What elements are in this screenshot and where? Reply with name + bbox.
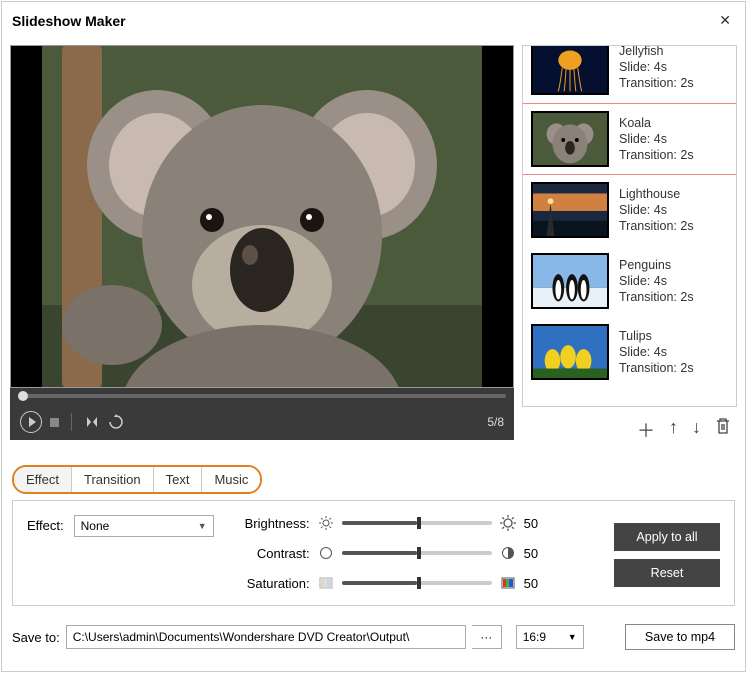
play-button[interactable]: [20, 411, 42, 433]
slide-item-tulips[interactable]: Tulips Slide: 4s Transition: 2s: [523, 317, 736, 388]
contrast-high-icon: [500, 545, 516, 561]
slide-item-jellyfish[interactable]: Jellyfish Slide: 4s Transition: 2s: [523, 45, 736, 103]
slide-transition: Transition: 2s: [619, 76, 694, 90]
effect-select[interactable]: None ▼: [74, 515, 214, 537]
contrast-label: Contrast:: [234, 546, 310, 561]
slide-duration: Slide: 4s: [619, 203, 694, 217]
add-slide-icon[interactable]: ＋: [637, 417, 655, 443]
effect-panel: Effect: None ▼ Brightness: 50 Contrast:: [12, 500, 735, 606]
slide-transition: Transition: 2s: [619, 148, 694, 162]
move-up-icon[interactable]: ↑: [669, 417, 678, 443]
brightness-slider[interactable]: [342, 521, 492, 525]
thumb-koala: [531, 111, 609, 167]
slide-name: Tulips: [619, 329, 694, 343]
close-icon[interactable]: ✕: [715, 8, 735, 33]
browse-button[interactable]: ···: [472, 625, 502, 649]
flip-horizontal-icon[interactable]: [84, 414, 100, 430]
slide-duration: Slide: 4s: [619, 132, 694, 146]
slide-item-koala[interactable]: Koala Slide: 4s Transition: 2s: [523, 103, 736, 175]
slide-name: Penguins: [619, 258, 694, 272]
delete-icon[interactable]: [715, 417, 731, 443]
apply-all-button[interactable]: Apply to all: [614, 523, 720, 551]
slide-transition: Transition: 2s: [619, 219, 694, 233]
stop-button[interactable]: [50, 418, 59, 427]
aspect-ratio-select[interactable]: 16:9 ▼: [516, 625, 584, 649]
slide-item-lighthouse[interactable]: Lighthouse Slide: 4s Transition: 2s: [523, 175, 736, 246]
aspect-ratio-value: 16:9: [523, 630, 546, 644]
brightness-low-icon: [318, 515, 334, 531]
reset-button[interactable]: Reset: [614, 559, 720, 587]
tab-effect[interactable]: Effect: [14, 467, 72, 492]
brightness-value: 50: [524, 516, 548, 531]
rotate-icon[interactable]: [108, 414, 124, 430]
slide-counter: 5/8: [487, 415, 504, 429]
effect-value: None: [81, 519, 110, 533]
save-path-input[interactable]: C:\Users\admin\Documents\Wondershare DVD…: [66, 625, 466, 649]
scrub-bar[interactable]: [18, 394, 506, 398]
move-down-icon[interactable]: ↓: [692, 417, 701, 443]
thumb-tulips: [531, 324, 609, 380]
slide-transition: Transition: 2s: [619, 361, 694, 375]
save-to-label: Save to:: [12, 630, 60, 645]
slide-list[interactable]: Jellyfish Slide: 4s Transition: 2s Koala…: [522, 45, 737, 407]
brightness-label: Brightness:: [234, 516, 310, 531]
tab-transition[interactable]: Transition: [72, 467, 154, 492]
chevron-down-icon: ▼: [198, 521, 207, 531]
slide-name: Jellyfish: [619, 45, 694, 58]
effect-label: Effect:: [27, 515, 64, 533]
slide-duration: Slide: 4s: [619, 60, 694, 74]
thumb-jellyfish: [531, 45, 609, 95]
slide-name: Lighthouse: [619, 187, 694, 201]
tab-text[interactable]: Text: [154, 467, 203, 492]
thumb-penguins: [531, 253, 609, 309]
saturation-value: 50: [524, 576, 548, 591]
contrast-low-icon: [318, 545, 334, 561]
thumb-lighthouse: [531, 182, 609, 238]
slide-item-penguins[interactable]: Penguins Slide: 4s Transition: 2s: [523, 246, 736, 317]
saturation-high-icon: [500, 575, 516, 591]
tab-music[interactable]: Music: [202, 467, 260, 492]
window-title: Slideshow Maker: [12, 13, 126, 29]
slide-transition: Transition: 2s: [619, 290, 694, 304]
save-to-mp4-button[interactable]: Save to mp4: [625, 624, 735, 650]
saturation-label: Saturation:: [234, 576, 310, 591]
brightness-high-icon: [500, 515, 516, 531]
preview-area: [10, 45, 514, 388]
chevron-down-icon: ▼: [568, 632, 577, 642]
contrast-slider[interactable]: [342, 551, 492, 555]
tabs-highlight: Effect Transition Text Music: [12, 465, 262, 494]
saturation-slider[interactable]: [342, 581, 492, 585]
contrast-value: 50: [524, 546, 548, 561]
preview-image-koala: [42, 45, 482, 388]
slide-duration: Slide: 4s: [619, 345, 694, 359]
saturation-low-icon: [318, 575, 334, 591]
slide-duration: Slide: 4s: [619, 274, 694, 288]
slide-name: Koala: [619, 116, 694, 130]
